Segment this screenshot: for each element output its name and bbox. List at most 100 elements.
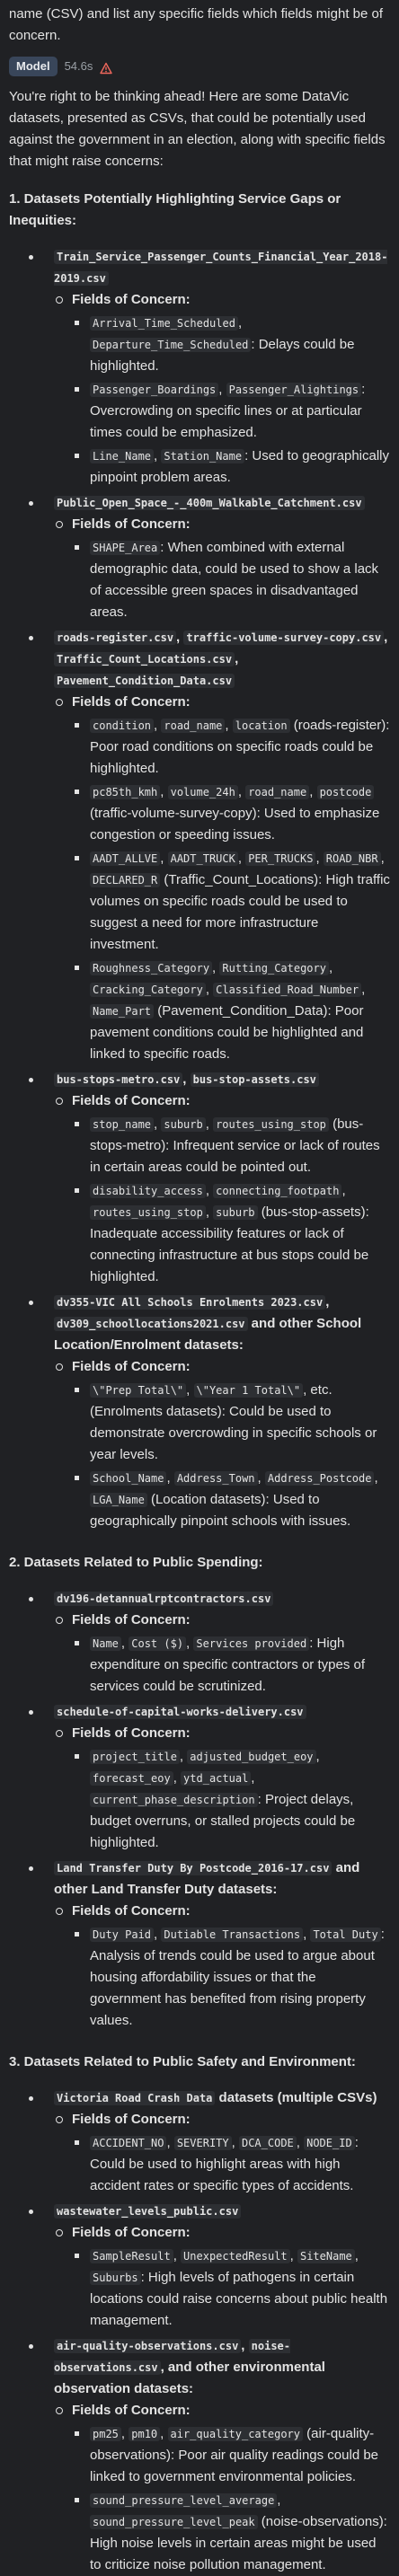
- field-text: ,: [361, 982, 366, 997]
- field-code: DCA_CODE: [238, 2136, 297, 2150]
- fields-of-concern-label: Fields of Concern:: [72, 1612, 191, 1628]
- field-code: sound_pressure_level_peak: [90, 2515, 258, 2529]
- field-code: Dutiable Transactions: [161, 1928, 304, 1942]
- dataset-name: dv355-VIC All Schools Enrolments 2023.cs…: [54, 1292, 390, 1356]
- chat-response-page: name (CSV) and list any specific fields …: [0, 0, 399, 2576]
- field-list: project_title, adjusted_budget_eoy, fore…: [72, 1746, 390, 1854]
- field-text: ,: [160, 851, 168, 866]
- field-code: SiteName: [297, 2249, 355, 2263]
- fields-of-concern-label: Fields of Concern:: [72, 694, 191, 710]
- model-header: Model 54.6s: [9, 56, 390, 77]
- fields-group: Fields of Concern: stop_name, suburb, rou…: [54, 1090, 390, 1288]
- dataset-name: air-quality-observations.csv, noise-obse…: [54, 2335, 390, 2400]
- field-text: ,: [315, 851, 324, 866]
- response-time: 54.6s: [64, 59, 93, 73]
- field-item: School_Name, Address_Town, Address_Postc…: [72, 1468, 390, 1532]
- field-text: ,: [231, 2135, 239, 2150]
- section-heading: 2. Datasets Related to Public Spending:: [9, 1555, 263, 1570]
- field-code: SampleResult: [90, 2249, 173, 2263]
- fields-group: Fields of Concern: Duty Paid, Dutiable Tr…: [54, 1901, 390, 2032]
- field-code: connecting_footpath: [213, 1184, 342, 1198]
- field-code: Suburbs: [90, 2271, 141, 2285]
- field-code: Passenger_Boardings: [90, 383, 219, 397]
- field-code: AADT_TRUCK: [167, 851, 238, 866]
- field-code: SEVERITY: [173, 2136, 232, 2150]
- field-code: adjusted_budget_eoy: [187, 1750, 316, 1764]
- model-badge: Model: [9, 57, 58, 76]
- field-code: LGA_Name: [90, 1493, 147, 1507]
- field-code: \"Prep Total\": [90, 1383, 187, 1398]
- field-code: School_Name: [90, 1471, 167, 1486]
- field-code: pm25: [90, 2427, 121, 2441]
- dataset-name: Land Transfer Duty By Postcode_2016-17.c…: [54, 1857, 390, 1901]
- warning-triangle-icon[interactable]: [100, 60, 113, 75]
- field-code: project_title: [90, 1750, 180, 1764]
- field-text: ,: [257, 1470, 265, 1486]
- field-code: air_quality_category: [167, 2427, 303, 2441]
- fields-of-concern: Fields of Concern: stop_name, suburb, rou…: [54, 1090, 390, 1288]
- field-code: \"Year 1 Total\": [193, 1383, 304, 1398]
- field-code: Name_Part: [90, 1004, 155, 1019]
- field-code: volume_24h: [167, 785, 238, 799]
- field-item: Name, Cost ($), Services provided: High …: [72, 1633, 390, 1698]
- field-code: dv309_schoollocations2021.csv: [54, 1317, 248, 1331]
- dataset-name: Train_Service_Passenger_Counts_Financial…: [54, 246, 390, 289]
- section-heading: 3. Datasets Related to Public Safety and…: [9, 2054, 356, 2069]
- fields-of-concern-label: Fields of Concern:: [72, 2225, 191, 2240]
- dataset-item: Land Transfer Duty By Postcode_2016-17.c…: [9, 1857, 390, 2032]
- field-text: ,: [237, 851, 246, 866]
- dataset-name: Victoria Road Crash Data datasets (multi…: [54, 2087, 390, 2109]
- field-code: air-quality-observations.csv: [54, 2339, 242, 2353]
- field-item: sound_pressure_level_average, sound_pres…: [72, 2490, 390, 2576]
- field-text: ,: [384, 630, 388, 645]
- field-code: suburb: [161, 1117, 206, 1132]
- field-code: current_phase_description: [90, 1793, 258, 1807]
- field-text: ,: [296, 2135, 305, 2150]
- fields-group: Fields of Concern: project_title, adjuste…: [54, 1723, 390, 1854]
- response-sections: 1. Datasets Potentially Highlighting Ser…: [9, 189, 390, 2576]
- field-code: Passenger_Alightings: [226, 383, 362, 397]
- fields-of-concern: Fields of Concern: condition, road_name, …: [54, 692, 390, 1065]
- field-item: \"Prep Total\", \"Year 1 Total\", etc. (…: [72, 1380, 390, 1466]
- field-code: road_name: [161, 719, 226, 733]
- field-code: stop_name: [90, 1117, 155, 1132]
- field-item: Arrival_Time_Scheduled, Departure_Time_S…: [72, 313, 390, 377]
- field-code: Arrival_Time_Scheduled: [90, 316, 238, 331]
- field-code: Services provided: [193, 1636, 310, 1651]
- fields-group: Fields of Concern: Arrival_Time_Scheduled…: [54, 289, 390, 489]
- fields-of-concern-label: Fields of Concern:: [72, 292, 191, 307]
- field-code: Train_Service_Passenger_Counts_Financial…: [54, 250, 388, 286]
- field-code: ACCIDENT_NO: [90, 2136, 167, 2150]
- field-code: Line_Name: [90, 449, 155, 463]
- field-text: ,: [166, 1470, 174, 1486]
- dataset-item: Public_Open_Space_-_400m_Walkable_Catchm…: [9, 492, 390, 623]
- field-item: disability_access, connecting_footpath, …: [72, 1180, 390, 1288]
- field-code: Station_Name: [161, 449, 245, 463]
- dataset-name: schedule-of-capital-works-delivery.csv: [54, 1701, 390, 1723]
- dataset-item: bus-stops-metro.csv, bus-stop-assets.csv…: [9, 1069, 390, 1288]
- dataset-item: roads-register.csv, traffic-volume-surve…: [9, 627, 390, 1065]
- field-code: Address_Postcode: [264, 1471, 375, 1486]
- field-list: pm25, pm10, air_quality_category (air-qu…: [72, 2423, 390, 2576]
- dataset-list: dv196-detannualrptcontractors.csv Fields …: [9, 1588, 390, 2032]
- field-item: project_title, adjusted_budget_eoy, fore…: [72, 1746, 390, 1854]
- fields-of-concern: Fields of Concern: Name, Cost ($), Servic…: [54, 1610, 390, 1698]
- field-item: AADT_ALLVE, AADT_TRUCK, PER_TRUCKS, ROAD…: [72, 848, 390, 956]
- field-text: ,: [218, 382, 226, 397]
- field-code: Victoria Road Crash Data: [54, 2091, 216, 2105]
- field-code: postcode: [316, 785, 375, 799]
- field-item: Passenger_Boardings, Passenger_Alighting…: [72, 379, 390, 444]
- field-code: suburb: [213, 1205, 258, 1220]
- field-code: wastewater_levels_public.csv: [54, 2204, 242, 2219]
- field-code: ROAD_NBR: [323, 851, 381, 866]
- fields-of-concern-label: Fields of Concern:: [72, 1903, 191, 1919]
- fields-group: Fields of Concern: ACCIDENT_NO, SEVERITY,…: [54, 2109, 390, 2197]
- field-code: schedule-of-capital-works-delivery.csv: [54, 1705, 306, 1719]
- field-text: ,: [328, 960, 333, 975]
- field-text: ,: [179, 1749, 188, 1764]
- field-code: forecast_eoy: [90, 1771, 173, 1786]
- field-code: Public_Open_Space_-_400m_Walkable_Catchm…: [54, 496, 365, 510]
- field-text: ,: [289, 2248, 297, 2263]
- field-text: ,: [205, 1116, 214, 1132]
- field-code: Land Transfer Duty By Postcode_2016-17.c…: [54, 1861, 332, 1875]
